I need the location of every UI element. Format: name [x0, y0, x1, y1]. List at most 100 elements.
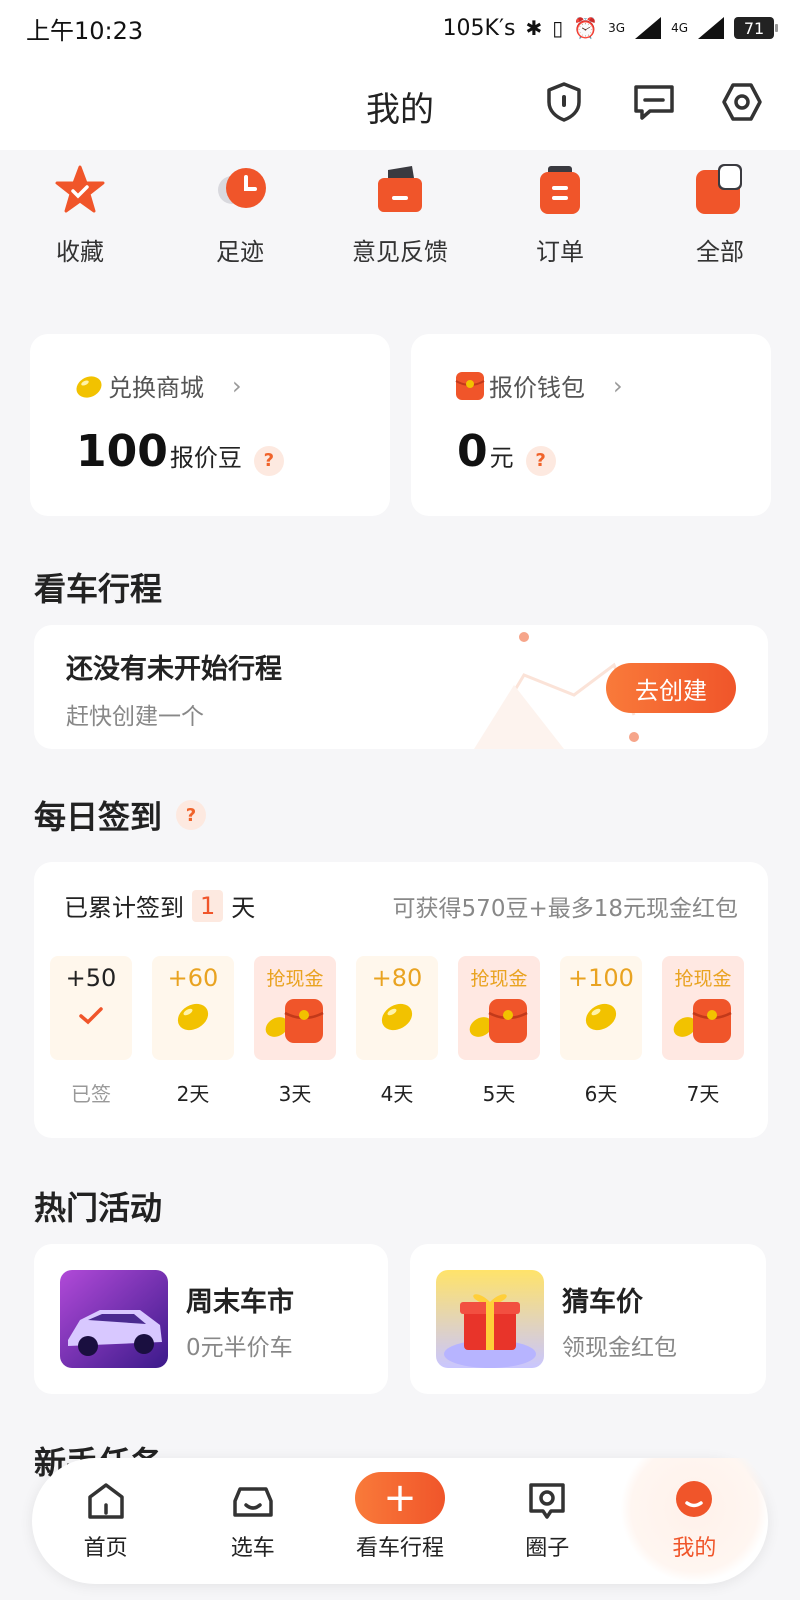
- checkin-day-label: 6天: [584, 1082, 618, 1106]
- wallet-title: 报价钱包: [489, 374, 585, 402]
- nav-label: 看车行程: [356, 1536, 445, 1561]
- nav-circle[interactable]: 圈子: [474, 1458, 621, 1584]
- bean-count: 100: [76, 426, 168, 477]
- checkin-day[interactable]: 抢现金 7天: [652, 956, 754, 1107]
- settings-button[interactable]: [718, 78, 766, 126]
- red-envelope-icon: [455, 371, 485, 400]
- vibrate-icon: ▯: [552, 16, 564, 40]
- create-trip-button[interactable]: 去创建: [606, 663, 736, 713]
- wallet-card[interactable]: 报价钱包 › 0 元 ?: [411, 334, 771, 516]
- nav-select-car[interactable]: 选车: [179, 1458, 326, 1584]
- exchange-mall-card[interactable]: 兑换商城 › 100 报价豆 ?: [30, 334, 390, 516]
- checkin-day[interactable]: 抢现金 3天: [244, 956, 346, 1107]
- check-icon: [79, 1007, 103, 1025]
- checkin-day-label: 7天: [686, 1082, 720, 1106]
- wallet-unit: 元: [489, 444, 514, 472]
- checkin-day-count: 1: [192, 889, 224, 922]
- quick-label: 收藏: [56, 238, 104, 266]
- help-icon[interactable]: ?: [525, 445, 556, 476]
- chevron-right-icon: ›: [613, 371, 623, 400]
- order-icon: [534, 164, 586, 216]
- bean-icon: [177, 1003, 209, 1031]
- checkin-reward: +100: [568, 964, 634, 992]
- gear-icon: [722, 83, 762, 121]
- bean-icon: [585, 1003, 617, 1031]
- bean-unit: 报价豆: [169, 444, 242, 472]
- signal-icon: [698, 17, 724, 39]
- checkin-reward: 抢现金: [674, 968, 732, 990]
- checkin-day-label: 已签: [71, 1082, 111, 1106]
- checkin-day-label: 5天: [482, 1082, 516, 1106]
- quick-item-orders[interactable]: 订单: [480, 150, 640, 290]
- checkin-section-title: 每日签到 ?: [34, 792, 207, 838]
- red-envelope-icon: [469, 999, 528, 1043]
- red-envelope-icon: [673, 999, 732, 1043]
- quick-label: 意见反馈: [352, 238, 448, 266]
- plus-icon: +: [355, 1472, 445, 1524]
- clock-icon: [214, 164, 266, 216]
- quick-label: 足迹: [216, 238, 264, 266]
- trip-section-title: 看车行程: [34, 570, 163, 608]
- checkin-reward: 抢现金: [470, 968, 528, 990]
- help-icon[interactable]: ?: [253, 445, 284, 476]
- battery-icon: 71: [734, 17, 778, 39]
- checkin-day[interactable]: +100 6天: [550, 956, 652, 1107]
- quick-label: 全部: [696, 238, 744, 266]
- checkin-day[interactable]: +60 2天: [142, 956, 244, 1107]
- checkin-reward-hint: 可获得570豆+最多18元现金红包: [392, 895, 738, 922]
- message-icon: [634, 85, 674, 120]
- checkin-day-label: 4天: [380, 1082, 414, 1106]
- checkin-reward: +60: [167, 964, 219, 992]
- nav-home[interactable]: 首页: [32, 1458, 179, 1584]
- checkin-prefix: 已累计签到: [64, 894, 184, 922]
- feedback-icon: [374, 164, 426, 216]
- checkin-day[interactable]: +80 4天: [346, 956, 448, 1107]
- page-title: 我的: [366, 90, 434, 130]
- quick-menu: 收藏 足迹 意见反馈 订单 全部: [0, 150, 800, 290]
- quick-item-feedback[interactable]: 意见反馈: [320, 150, 480, 290]
- nav-label: 首页: [83, 1536, 128, 1561]
- network-type-2: 4G: [671, 21, 688, 35]
- trip-empty-title: 还没有未开始行程: [66, 654, 282, 685]
- network-type-1: 3G: [608, 21, 626, 35]
- checkin-day-label: 2天: [176, 1082, 210, 1106]
- help-icon[interactable]: ?: [176, 800, 207, 830]
- nav-label: 圈子: [525, 1536, 570, 1561]
- trip-empty-subtitle: 赶快创建一个: [66, 704, 204, 730]
- security-button[interactable]: [540, 78, 588, 126]
- status-time: 上午10:23: [26, 16, 144, 45]
- checkin-suffix: 天: [231, 894, 256, 922]
- red-envelope-icon: [265, 999, 324, 1043]
- message-button[interactable]: [630, 78, 678, 126]
- network-speed: 105K′s: [442, 15, 516, 41]
- wallet-balance: 0: [457, 426, 488, 477]
- activity-card-weekend-market[interactable]: 周末车市 0元半价车: [34, 1244, 388, 1394]
- quick-item-footprint[interactable]: 足迹: [160, 150, 320, 290]
- profile-icon: [671, 1478, 717, 1524]
- home-icon: [83, 1478, 129, 1524]
- gift-thumbnail: [436, 1270, 544, 1368]
- page-header: 我的: [0, 56, 800, 150]
- quick-item-all[interactable]: 全部: [640, 150, 800, 290]
- checkin-day[interactable]: +50 已签: [40, 956, 142, 1107]
- nav-mine[interactable]: 我的: [620, 1458, 769, 1584]
- grid-icon: [694, 164, 746, 216]
- star-icon: [54, 164, 106, 216]
- activity-subtitle: 0元半价车: [186, 1335, 293, 1361]
- nav-label: 选车: [230, 1536, 275, 1561]
- mall-title: 兑换商城: [108, 374, 204, 402]
- bluetooth-icon: ✱: [525, 16, 543, 40]
- checkin-reward: +50: [65, 964, 117, 992]
- alarm-icon: ⏰: [573, 16, 599, 40]
- activity-title: 周末车市: [186, 1287, 294, 1318]
- checkin-day[interactable]: 抢现金 5天: [448, 956, 550, 1107]
- nav-trip[interactable]: + 看车行程: [326, 1458, 473, 1584]
- bean-icon: [381, 1003, 413, 1031]
- checkin-reward: 抢现金: [266, 968, 324, 990]
- quick-item-favorites[interactable]: 收藏: [0, 150, 160, 290]
- activity-title: 猜车价: [562, 1287, 643, 1318]
- activity-subtitle: 领现金红包: [562, 1335, 677, 1361]
- activities-section-title: 热门活动: [34, 1189, 163, 1227]
- nav-label: 我的: [672, 1536, 717, 1561]
- activity-card-guess-price[interactable]: 猜车价 领现金红包: [410, 1244, 766, 1394]
